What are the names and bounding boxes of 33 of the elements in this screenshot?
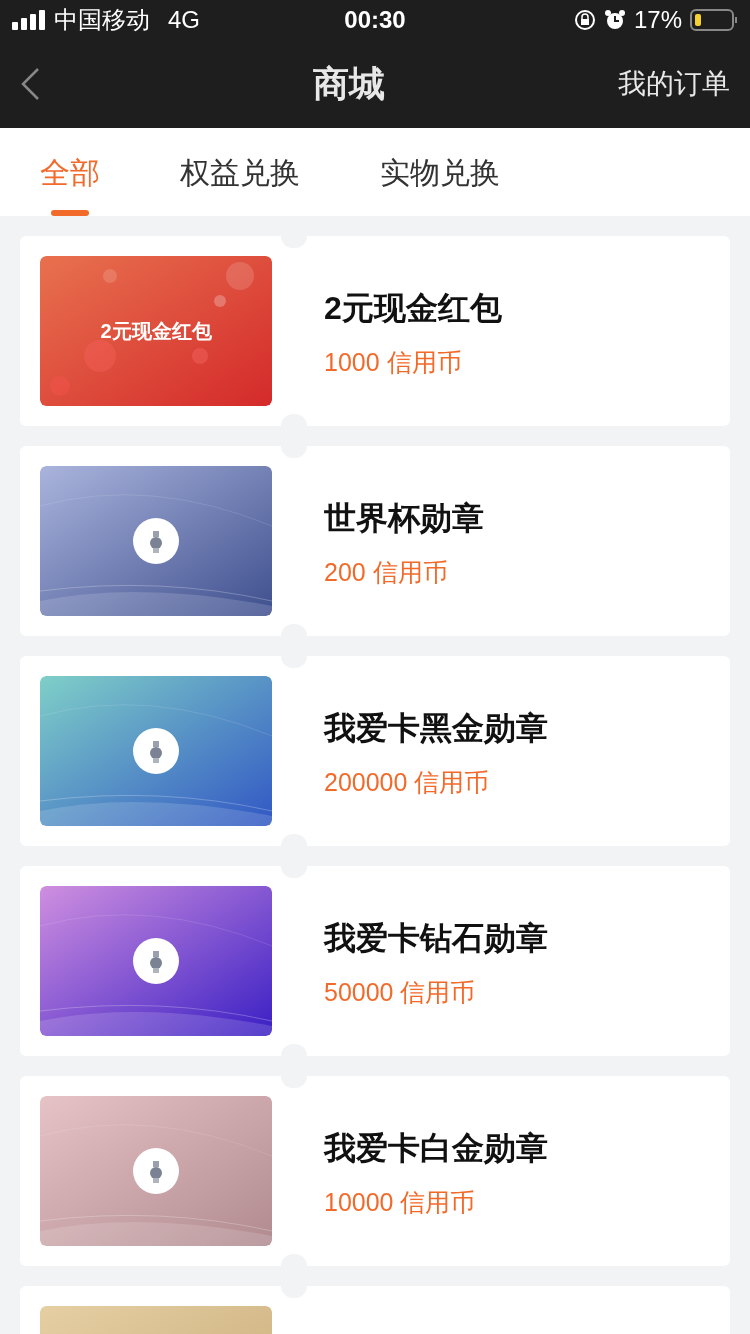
page-title: 商城 xyxy=(312,62,386,106)
rotation-lock-icon xyxy=(573,9,596,31)
alarm-icon xyxy=(603,9,626,31)
medal-icon xyxy=(133,518,179,564)
product-price: 50000 信用币 xyxy=(324,977,477,1008)
product-price: 200 信用币 xyxy=(324,557,449,588)
product-price: 1000 信用币 xyxy=(324,347,463,378)
product-card[interactable]: 2元现金红包 2元现金红包 1000 信用币 xyxy=(20,236,730,426)
status-time: 00:30 xyxy=(343,5,407,35)
my-orders-link[interactable]: 我的订单 xyxy=(618,63,730,105)
product-title: 我爱卡钻石勋章 xyxy=(324,919,548,958)
medal-icon xyxy=(133,728,179,774)
tab[interactable]: 权益兑换 xyxy=(180,128,300,216)
network-type: 4G xyxy=(168,5,200,35)
product-card[interactable]: 我爱卡白金勋章 10000 信用币 xyxy=(20,1076,730,1266)
product-card[interactable]: 我爱卡钻石勋章 50000 信用币 xyxy=(20,866,730,1056)
product-title: 我爱卡白金勋章 xyxy=(324,1129,548,1168)
back-icon xyxy=(20,67,40,101)
medal-icon xyxy=(133,938,179,984)
tab[interactable]: 实物兑换 xyxy=(380,128,500,216)
product-card[interactable]: 我爱卡黑金勋章 200000 信用币 xyxy=(20,656,730,846)
battery-percent: 17% xyxy=(633,5,682,35)
product-title: 我爱卡黑金勋章 xyxy=(324,709,548,748)
carrier-name: 中国移动 xyxy=(54,5,150,35)
card-label: 2元现金红包 xyxy=(100,319,212,344)
product-price: 10000 信用币 xyxy=(324,1187,477,1218)
medal-icon xyxy=(133,1148,179,1194)
product-title: 世界杯勋章 xyxy=(324,499,484,538)
product-title: 2元现金红包 xyxy=(324,289,502,328)
signal-icon xyxy=(12,10,46,30)
battery-icon xyxy=(690,9,738,31)
product-price: 200000 信用币 xyxy=(324,767,491,798)
product-card[interactable]: 世界杯勋章 200 信用币 xyxy=(20,446,730,636)
